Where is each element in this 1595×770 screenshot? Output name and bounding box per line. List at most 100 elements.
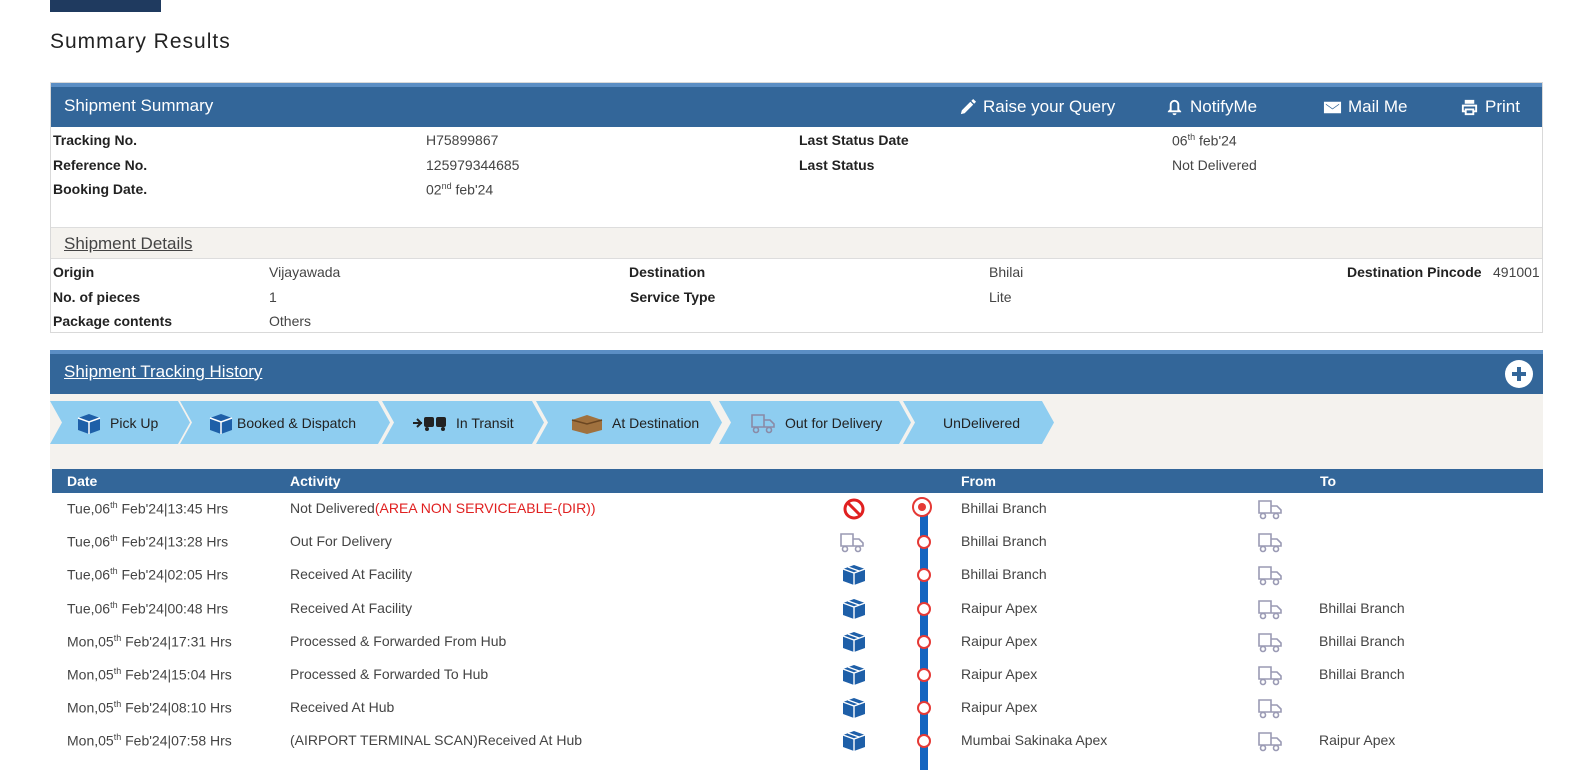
tracking-no-label: Tracking No. — [53, 132, 138, 148]
shipment-summary-panel: Shipment Summary Raise your Query Notify… — [50, 82, 1543, 333]
column-date: Date — [67, 473, 98, 489]
table-row: Tue,06th Feb'24|00:48 Hrs Received At Fac… — [52, 593, 1543, 626]
service-type-value: Lite — [989, 289, 1012, 305]
row-from: Bhillai Branch — [961, 533, 1047, 550]
delivery-truck-icon — [1256, 563, 1284, 590]
expand-plus-icon[interactable] — [1505, 360, 1533, 388]
printer-icon — [1461, 99, 1478, 115]
package-icon — [842, 630, 866, 657]
shipment-details-link[interactable]: Shipment Details — [64, 234, 193, 254]
row-activity: Received At Hub — [290, 699, 395, 716]
transport-icon — [412, 413, 448, 433]
row-date: Tue,06th Feb'24|13:28 Hrs — [67, 533, 229, 550]
delivery-truck-icon — [1256, 597, 1284, 624]
row-date: Tue,06th Feb'24|00:48 Hrs — [67, 599, 229, 617]
row-from: Bhillai Branch — [961, 500, 1047, 516]
package-contents-label: Package contents — [53, 313, 173, 329]
destination-pincode-value: 491001 — [1493, 264, 1540, 280]
row-from: Raipur Apex — [961, 632, 1038, 649]
row-activity: Received At Facility — [290, 566, 413, 583]
service-type-label: Service Type — [630, 289, 716, 305]
no-entry-icon — [842, 497, 866, 524]
notify-me-button[interactable]: NotifyMe — [1165, 97, 1257, 117]
row-date: Tue,06th Feb'24|13:45 Hrs — [67, 500, 229, 517]
open-box-icon — [570, 412, 604, 434]
destination-label: Destination — [629, 264, 706, 280]
booking-date-value: 02nd feb'24 — [426, 181, 494, 198]
delivery-truck-icon — [1256, 729, 1284, 756]
delivery-truck-icon — [1256, 630, 1284, 657]
delivery-truck-icon — [749, 411, 777, 435]
tracking-history-header: Shipment Tracking History — [50, 350, 1543, 394]
package-icon — [842, 663, 866, 690]
package-icon — [842, 563, 866, 590]
booking-date-label: Booking Date. — [53, 181, 148, 197]
envelope-icon — [1323, 101, 1342, 113]
row-date: Mon,05th Feb'24|07:58 Hrs — [67, 732, 232, 750]
table-row: Mon,05th Feb'24|15:04 Hrs Processed & For… — [52, 659, 1543, 692]
origin-label: Origin — [53, 264, 95, 280]
table-row: Tue,06th Feb'24|13:45 Hrs Not Delivered(A… — [52, 493, 1543, 526]
row-from: Raipur Apex — [961, 599, 1038, 616]
column-from: From — [961, 473, 996, 489]
table-row: Mon,05th Feb'24|07:58 Hrs (AIRPORT TERMIN… — [52, 725, 1543, 758]
row-from: Raipur Apex — [961, 666, 1038, 682]
last-status-label: Last Status — [799, 157, 875, 173]
pieces-label: No. of pieces — [53, 289, 141, 305]
column-activity: Activity — [290, 473, 341, 489]
row-from: Bhillai Branch — [961, 566, 1047, 583]
delivery-truck-icon — [1256, 696, 1284, 723]
top-nav-bar — [50, 0, 161, 12]
pieces-value: 1 — [269, 289, 277, 305]
package-icon — [842, 729, 866, 756]
column-to: To — [1320, 473, 1337, 489]
row-activity: Out For Delivery — [290, 533, 392, 550]
row-to: Bhillai Branch — [1319, 599, 1405, 616]
last-status-date-label: Last Status Date — [799, 132, 909, 148]
pencil-icon — [960, 98, 977, 114]
step-out-for-delivery: Out for Delivery — [719, 401, 911, 444]
package-icon — [842, 597, 866, 624]
row-activity: Processed & Forwarded To Hub — [290, 666, 489, 682]
page-title: Summary Results — [50, 30, 231, 53]
row-from: Raipur Apex — [961, 699, 1038, 716]
row-activity: Processed & Forwarded From Hub — [290, 632, 507, 649]
last-status-value: Not Delivered — [1172, 157, 1257, 173]
step-pick-up: Pick Up — [50, 401, 190, 444]
shipment-summary-header: Shipment Summary Raise your Query Notify… — [51, 83, 1542, 127]
reference-no-label: Reference No. — [53, 157, 148, 173]
progress-steps: Pick Up Booked & Dispatch In Transit At … — [50, 394, 1543, 469]
package-icon — [208, 412, 234, 434]
step-in-transit: In Transit — [382, 401, 544, 444]
timeline-node — [917, 668, 931, 682]
row-date: Mon,05th Feb'24|15:04 Hrs — [67, 666, 232, 683]
row-date: Mon,05th Feb'24|08:10 Hrs — [67, 699, 232, 716]
step-undelivered: UnDelivered — [903, 401, 1054, 444]
package-icon — [842, 696, 866, 723]
tracking-no-value: H75899867 — [426, 132, 499, 148]
table-row: Tue,06th Feb'24|02:05 Hrs Received At Fac… — [52, 559, 1543, 592]
table-row: Mon,05th Feb'24|08:10 Hrs Received At Hub… — [52, 692, 1543, 725]
package-icon — [76, 412, 102, 434]
delivery-truck-icon — [1256, 530, 1284, 557]
print-button[interactable]: Print — [1460, 97, 1520, 117]
row-activity: (AIRPORT TERMINAL SCAN)Received At Hub — [290, 732, 583, 749]
timeline-node — [917, 634, 931, 649]
row-from: Mumbai Sakinaka Apex — [961, 732, 1108, 749]
row-activity-note: (AREA NON SERVICEABLE-(DIR)) — [374, 500, 596, 516]
mail-me-button[interactable]: Mail Me — [1323, 97, 1408, 117]
shipment-summary-title: Shipment Summary — [64, 96, 214, 115]
row-activity: Received At Facility — [290, 599, 413, 616]
reference-no-value: 125979344685 — [426, 157, 520, 173]
timeline-node — [917, 601, 931, 616]
tracking-history-link[interactable]: Shipment Tracking History — [64, 362, 262, 382]
destination-value: Bhilai — [989, 264, 1024, 280]
row-activity: Not Delivered(AREA NON SERVICEABLE-(DIR)… — [290, 500, 596, 516]
destination-pincode-label: Destination Pincode — [1347, 264, 1482, 280]
package-contents-value: Others — [269, 313, 312, 329]
row-to: Bhillai Branch — [1319, 666, 1405, 682]
table-header: Date Activity From To — [52, 469, 1543, 493]
last-status-date-value: 06th feb'24 — [1172, 132, 1237, 149]
raise-query-button[interactable]: Raise your Query — [958, 97, 1115, 117]
row-date: Mon,05th Feb'24|17:31 Hrs — [67, 632, 232, 650]
